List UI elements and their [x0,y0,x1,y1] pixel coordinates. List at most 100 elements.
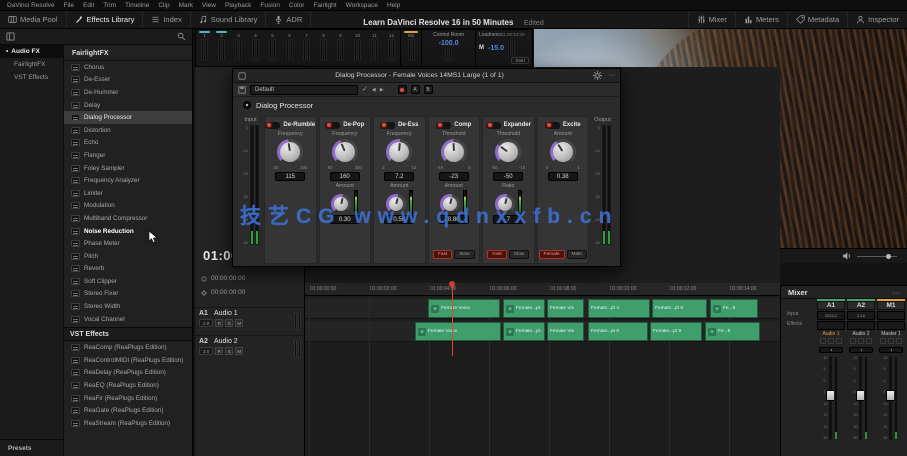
track-button-s[interactable]: S [225,347,234,355]
fader-track[interactable] [856,356,866,440]
section-enable-led[interactable] [544,121,560,129]
strip-effects-box[interactable] [877,321,905,330]
track-button-s[interactable]: S [225,319,234,327]
value-box[interactable]: 160 [329,172,360,181]
track-button-m[interactable]: M [235,347,244,355]
ab-b-button[interactable]: B [423,85,433,94]
category-vst-effects[interactable]: VST Effects [0,71,63,84]
ab-record-button[interactable] [397,85,407,94]
value-box[interactable]: 0.80 [438,215,469,224]
fx-item-soft-clipper[interactable]: Soft Clipper [64,275,192,288]
volume-slider[interactable] [857,253,897,259]
menu-fusion[interactable]: Fusion [260,2,280,9]
menu-edit[interactable]: Edit [83,2,94,9]
preset-apply-icon[interactable]: ✓ [362,85,368,95]
knob-amount[interactable] [440,194,461,214]
loop-icon[interactable] [201,276,207,282]
audio-clip[interactable]: ≋ Female Voice [428,299,500,318]
audio-clip[interactable]: ≋ Female...pt 4 [503,299,545,318]
button-slow[interactable]: Slow [508,250,530,259]
preset-save-icon[interactable] [238,85,246,94]
audio-clip[interactable]: Female...pt 8 [652,299,707,318]
strip-button[interactable] [828,338,834,344]
strip-id[interactable]: A2 [847,301,875,310]
vst-item[interactable]: ReaEQ (ReaPlugs Edition) [64,379,192,392]
window-collapse-icon[interactable] [238,71,246,80]
fx-item-chorus[interactable]: Chorus [64,61,192,74]
menu-clip[interactable]: Clip [158,2,169,9]
gear-small-icon[interactable] [201,289,207,296]
strip-button[interactable] [896,338,902,344]
strip-button[interactable] [836,338,842,344]
track-button-r[interactable]: R [215,347,224,355]
vst-item[interactable]: ReaGate (ReaPlugs Edition) [64,404,192,417]
menu-color[interactable]: Color [289,2,305,9]
section-enable-led[interactable] [436,121,452,129]
strip-button[interactable] [850,338,856,344]
audio-clip[interactable]: ≋ Fe...8 [710,299,758,318]
toolbar-button-mixer[interactable]: Mixer [687,11,735,28]
strip-button[interactable] [888,338,894,344]
preset-prev-icon[interactable]: ◀ [372,85,376,95]
strip-pan[interactable] [879,347,903,353]
toolbar-button-adr[interactable]: ADR [266,11,312,28]
knob-threshold[interactable] [440,139,467,165]
fx-item-stereo-width[interactable]: Stereo Width [64,300,192,313]
knob-frequency[interactable] [331,139,358,165]
menu-file[interactable]: File [64,2,74,9]
strip-effects-box[interactable] [817,321,845,330]
strip-id[interactable]: A1 [817,301,845,310]
strip-id[interactable]: M1 [877,301,905,310]
audio-clip[interactable]: Female...pt 9 [650,322,702,341]
fx-item-de-hummer[interactable]: De-Hummer [64,86,192,99]
fx-item-foley-sampler[interactable]: Foley Sampler [64,162,192,175]
menu-trim[interactable]: Trim [103,2,116,9]
menu-mark[interactable]: Mark [179,2,193,9]
toolbar-button-metadata[interactable]: Metadata [786,11,847,28]
plugin-title-bar[interactable]: Dialog Processor - Female Voices 14MS1 L… [233,69,620,83]
fx-item-reverb[interactable]: Reverb [64,263,192,276]
strip-button[interactable] [858,338,864,344]
fx-item-de-esser[interactable]: De-Esser [64,74,192,87]
audio-clip[interactable]: Female...pt 4 [588,299,650,318]
menu-timeline[interactable]: Timeline [125,2,149,9]
vst-item[interactable]: ReaFir (ReaPlugs Edition) [64,392,192,405]
ab-a-button[interactable]: A [410,85,420,94]
toolbar-button-inspector[interactable]: Inspector [847,11,907,28]
button-slow[interactable]: Slow [454,250,475,259]
category-audio-fx[interactable]: • Audio FX [0,45,63,58]
fader-track[interactable] [826,356,836,440]
vst-item[interactable]: ReaDelay (ReaPlugs Edition) [64,367,192,380]
track-header-a1[interactable]: A1 Audio 1 2.0 R S M [195,307,305,334]
value-box[interactable]: 0.30 [329,215,360,224]
speaker-icon[interactable] [842,252,851,260]
menu-view[interactable]: View [202,2,216,9]
value-box[interactable]: 0.50 [384,215,415,224]
fx-item-delay[interactable]: Delay [64,99,192,112]
track-button-r[interactable]: R [215,319,224,327]
window-menu-icon[interactable]: ··· [608,72,615,79]
fx-item-stereo-fixer[interactable]: Stereo Fixer [64,288,192,301]
dialog-processor-window[interactable]: Dialog Processor - Female Voices 14MS1 L… [232,68,621,267]
fx-item-multiband-compressor[interactable]: Multiband Compressor [64,212,192,225]
button-fast[interactable]: Fast [487,250,507,259]
value-box[interactable]: 7.2 [384,172,415,181]
loudness-start-button[interactable]: Start [511,57,529,64]
strip-button[interactable] [866,338,872,344]
knob-frequency[interactable] [277,139,304,165]
audio-clip[interactable]: ≋ Fe...9 [705,322,760,341]
vst-item[interactable]: ReaStream (ReaPlugs Edition) [64,417,192,430]
preset-dropdown[interactable]: Default [250,84,358,95]
section-enable-led[interactable] [485,121,501,129]
toolbar-button-meters[interactable]: Meters [734,11,787,28]
fader-track[interactable] [886,356,896,440]
knob-frequency[interactable] [386,139,413,165]
mixer-menu-icon[interactable]: ··· [893,288,901,297]
playhead[interactable] [452,283,453,356]
fx-item-distortion[interactable]: Distortion [64,124,192,137]
section-enable-led[interactable] [325,121,341,129]
fx-item-flanger[interactable]: Flanger [64,149,192,162]
knob-amount[interactable] [331,194,352,214]
audio-clip[interactable]: Female Voi [547,299,584,318]
value-box[interactable]: -50 [493,172,524,181]
